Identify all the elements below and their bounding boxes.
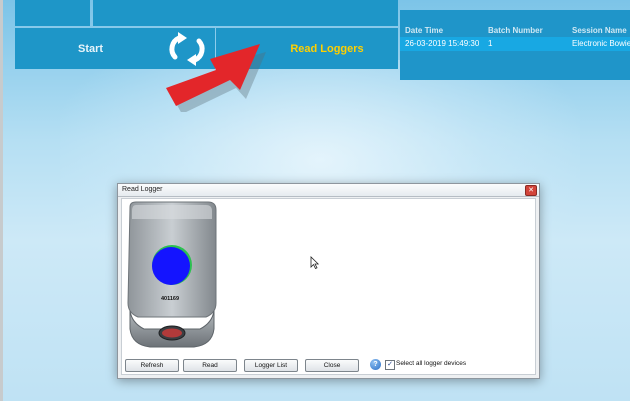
top-panel-center	[93, 0, 398, 26]
start-button-label: Start	[78, 42, 104, 55]
cell-session-name: Electronic Bowie	[572, 39, 630, 48]
grid-header: Date Time Batch Number Session Name	[400, 24, 630, 36]
top-panel-left	[15, 0, 90, 26]
close-button[interactable]: Close	[305, 359, 359, 372]
header-session-name[interactable]: Session Name	[572, 26, 627, 35]
select-all-checkbox[interactable]: ✓	[385, 360, 395, 370]
dialog-button-row: Refresh Read Logger List Close ? ✓ Selec…	[122, 359, 535, 373]
table-row[interactable]: 26-03-2019 15:49:30 1 Electronic Bowie	[400, 37, 630, 51]
read-button[interactable]: Read	[183, 359, 237, 372]
header-batch-number[interactable]: Batch Number	[488, 26, 543, 35]
logger-device-image	[127, 201, 217, 348]
read-loggers-label: Read Loggers	[290, 42, 364, 55]
red-pointer-arrow-icon	[166, 44, 266, 112]
mouse-cursor-icon	[310, 256, 319, 269]
cell-date-time: 26-03-2019 15:49:30	[405, 39, 480, 48]
dialog-title: Read Logger	[122, 186, 163, 193]
help-question-icon[interactable]: ?	[370, 359, 381, 370]
header-date-time[interactable]: Date Time	[405, 26, 443, 35]
refresh-button[interactable]: Refresh	[125, 359, 179, 372]
select-all-label[interactable]: Select all logger devices	[396, 360, 466, 367]
dialog-title-bar[interactable]: Read Logger	[118, 184, 539, 197]
read-logger-dialog: Read Logger ✕ 401169 Refresh Read Logger…	[117, 183, 540, 379]
logger-list-button[interactable]: Logger List	[244, 359, 298, 372]
session-grid: Date Time Batch Number Session Name 26-0…	[400, 10, 630, 80]
device-serial: 401169	[160, 296, 180, 302]
left-edge	[0, 0, 3, 401]
dialog-content: 401169 Refresh Read Logger List Close ? …	[121, 198, 536, 375]
close-x-icon[interactable]: ✕	[525, 185, 537, 196]
cell-batch-number: 1	[488, 39, 493, 48]
